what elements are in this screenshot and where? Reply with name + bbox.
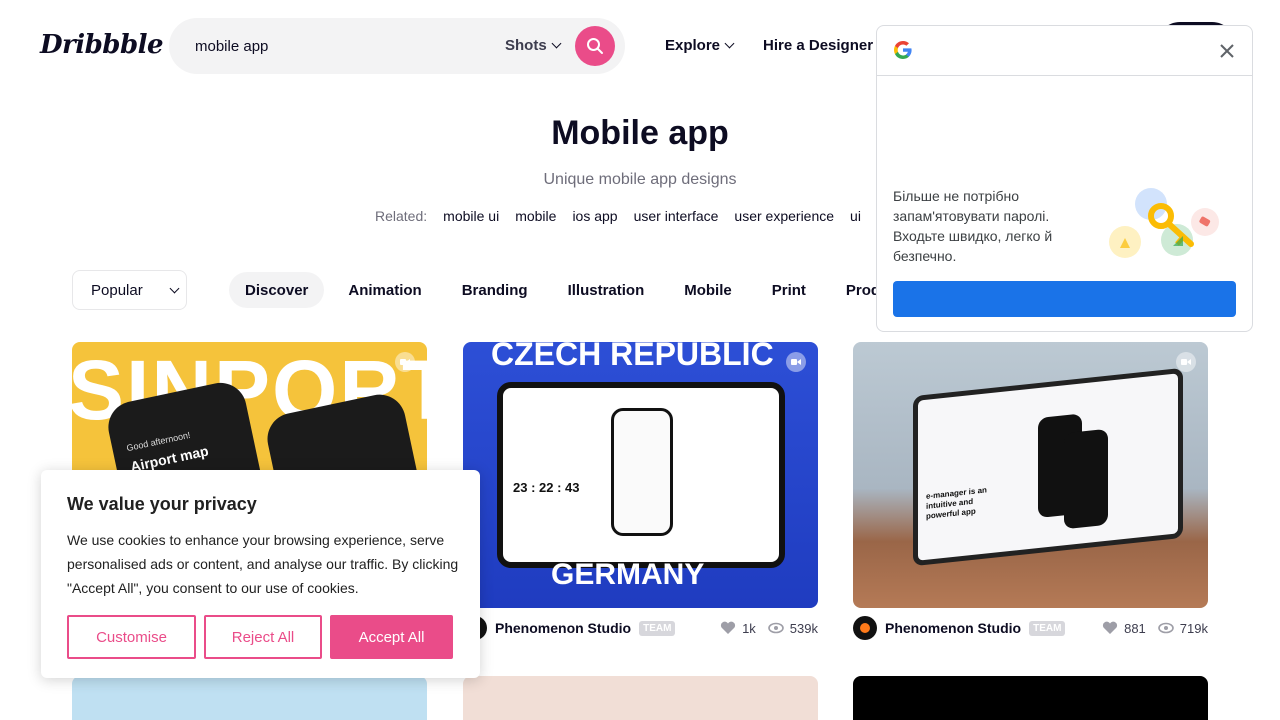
shot-thumbnail[interactable]: e-manager is an intuitive and powerful a…: [853, 342, 1208, 608]
shot-thumbnail[interactable]: CZECH REPUBLIC 23 : 22 : 43 GERMANY: [463, 342, 818, 608]
avatar[interactable]: [853, 616, 877, 640]
team-badge: TEAM: [1029, 620, 1066, 636]
view-count: 539k: [789, 620, 818, 636]
chevron-down-icon: [724, 38, 735, 49]
shot-bottom-text: GERMANY: [551, 558, 705, 591]
chevron-down-icon: [551, 38, 562, 49]
cookie-consent-banner: We value your privacy We use cookies to …: [41, 470, 480, 678]
view-count: 719k: [1179, 620, 1208, 636]
related-tag[interactable]: mobile ui: [443, 208, 499, 224]
nav-hire-designer[interactable]: Hire a Designer: [763, 37, 888, 54]
video-icon: [395, 352, 415, 372]
sort-dropdown[interactable]: Popular: [72, 270, 187, 310]
search-button[interactable]: [575, 26, 615, 66]
sort-label: Popular: [91, 281, 143, 299]
nav-hire-label: Hire a Designer: [763, 37, 874, 54]
heart-icon[interactable]: [1102, 621, 1118, 635]
tab-print[interactable]: Print: [756, 272, 822, 308]
author-name[interactable]: Phenomenon Studio: [495, 620, 631, 636]
countdown-timer: 23 : 22 : 43: [513, 480, 580, 495]
shot-meta: Phenomenon Studio TEAM 881 719k: [853, 616, 1208, 640]
related-tag[interactable]: ui: [850, 208, 861, 224]
shot-top-text: CZECH REPUBLIC: [491, 342, 774, 372]
heart-icon[interactable]: [720, 621, 736, 635]
related-tag[interactable]: user interface: [634, 208, 719, 224]
category-tabs: Discover Animation Branding Illustration…: [229, 272, 927, 308]
laptop-screen: 23 : 22 : 43: [497, 382, 785, 568]
cookie-body: We use cookies to enhance your browsing …: [67, 532, 459, 596]
shot-headline: e-manager is an intuitive and powerful a…: [926, 485, 987, 521]
shot-meta: Phenomenon Studio TEAM 1k 539k: [463, 616, 818, 640]
search-input[interactable]: [195, 34, 495, 58]
video-icon: [1176, 352, 1196, 372]
phone-mockup: [611, 408, 673, 536]
search-scope-label: Shots: [505, 37, 547, 54]
nav-explore[interactable]: Explore: [665, 37, 735, 54]
tab-discover[interactable]: Discover: [229, 272, 325, 308]
related-tag[interactable]: user experience: [734, 208, 834, 224]
laptop-screen: e-manager is an intuitive and powerful a…: [913, 367, 1183, 567]
popup-message: Більше не потрібно запам'ятовувати парол…: [893, 188, 1053, 264]
tab-animation[interactable]: Animation: [332, 272, 437, 308]
related-tags: Related: mobile ui mobile ios app user i…: [375, 208, 861, 224]
search-icon: [587, 38, 603, 54]
search-scope-dropdown[interactable]: Shots: [505, 37, 562, 54]
shot-thumbnail[interactable]: [853, 676, 1208, 720]
continue-button[interactable]: [893, 281, 1236, 317]
tab-mobile[interactable]: Mobile: [668, 272, 748, 308]
accept-all-button[interactable]: Accept All: [330, 615, 453, 659]
like-count: 881: [1124, 620, 1146, 636]
like-count: 1k: [742, 620, 756, 636]
popup-header: [877, 26, 1252, 76]
google-logo-icon: [894, 41, 912, 59]
tab-branding[interactable]: Branding: [446, 272, 544, 308]
key-illustration-icon: [1109, 188, 1219, 258]
close-icon[interactable]: [1216, 40, 1238, 62]
related-tag[interactable]: mobile: [515, 208, 556, 224]
dribbble-logo[interactable]: Dribbble: [40, 30, 164, 60]
related-label: Related:: [375, 208, 428, 224]
phone-mockup: [1064, 428, 1108, 530]
reject-all-button[interactable]: Reject All: [204, 615, 322, 659]
related-tag[interactable]: ios app: [572, 208, 617, 224]
search-bar: Shots: [169, 18, 625, 74]
eye-icon: [1157, 622, 1174, 634]
video-icon: [786, 352, 806, 372]
shot-thumbnail[interactable]: [72, 676, 427, 720]
nav-explore-label: Explore: [665, 37, 721, 54]
tab-illustration[interactable]: Illustration: [552, 272, 661, 308]
shot-thumbnail[interactable]: [463, 676, 818, 720]
team-badge: TEAM: [639, 620, 676, 636]
google-signin-popup: Більше не потрібно запам'ятовувати парол…: [876, 25, 1253, 332]
author-name[interactable]: Phenomenon Studio: [885, 620, 1021, 636]
eye-icon: [767, 622, 784, 634]
chevron-down-icon: [169, 283, 180, 293]
customise-button[interactable]: Customise: [67, 615, 196, 659]
cookie-title: We value your privacy: [67, 494, 257, 514]
